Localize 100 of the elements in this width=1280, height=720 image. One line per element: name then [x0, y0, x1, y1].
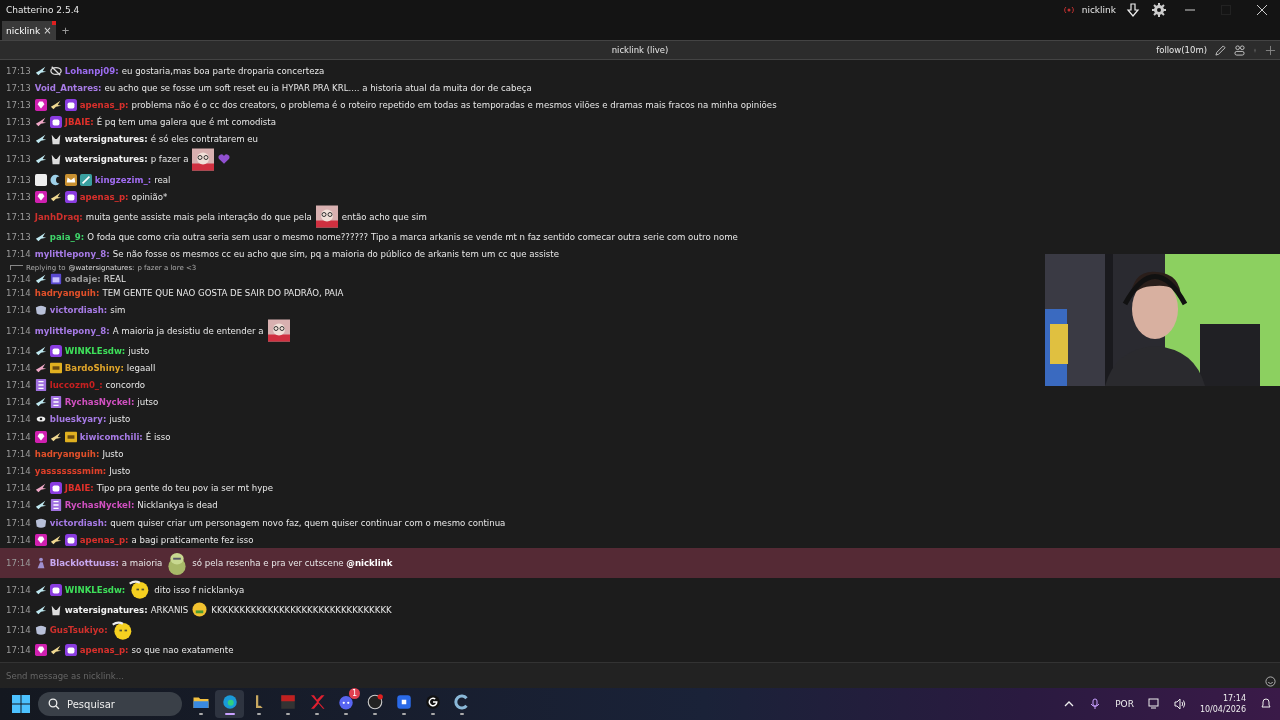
wing-icon: [34, 153, 47, 166]
frog-emote-icon: [166, 551, 189, 575]
wing-icon: [34, 583, 47, 596]
username[interactable]: JBAIE:: [64, 117, 94, 128]
crescent-icon: [49, 173, 62, 186]
username[interactable]: apenas_p:: [79, 645, 129, 656]
message-text: problema não é o cc dos creators, o problema é o roteiro repetido em todas as temporadas e mesmos vilões e dramas mais fracos na minha opiniões: [131, 99, 777, 110]
timestamp: 17:14: [6, 273, 31, 284]
obs-icon[interactable]: [365, 693, 384, 711]
message-text: Tipo pra gente do teu pov ia ser mt hype: [96, 483, 274, 494]
message-text: ARKANIS: [150, 604, 189, 615]
voicemeeter-icon[interactable]: [278, 693, 297, 711]
username[interactable]: apenas_p:: [79, 191, 129, 202]
username[interactable]: GusTsukiyo:: [49, 625, 108, 635]
wing-icon: [34, 133, 47, 146]
username[interactable]: RychasNyckel:: [64, 500, 135, 511]
wing-icon: [34, 603, 47, 616]
wing-icon: [34, 499, 47, 512]
channel-tab[interactable]: nicklink ×: [2, 21, 56, 40]
monitor-icon[interactable]: [1147, 698, 1160, 710]
search-field[interactable]: Pesquisar: [38, 692, 182, 716]
timestamp: 17:14: [6, 397, 31, 408]
username[interactable]: victordiash:: [49, 305, 108, 316]
timestamp: 17:13: [6, 65, 31, 76]
notification-bell-icon[interactable]: [1260, 698, 1272, 710]
username[interactable]: paia_9:: [49, 231, 85, 242]
timestamp: 17:14: [6, 584, 31, 595]
username[interactable]: luccozm0_:: [49, 380, 103, 391]
username[interactable]: mylittlepony_8:: [34, 325, 110, 336]
username[interactable]: WINKLEsdw:: [64, 584, 126, 595]
add-tab-button[interactable]: +: [55, 21, 76, 40]
message-text: justo: [128, 345, 150, 356]
message-text: Justo: [102, 448, 124, 459]
timestamp: 17:13: [6, 99, 31, 110]
username[interactable]: mylittlepony_8:: [34, 249, 110, 260]
message-text: REAL: [103, 273, 126, 284]
username[interactable]: apenas_p:: [79, 99, 129, 110]
download-arrow-icon[interactable]: [1126, 3, 1140, 17]
username[interactable]: watersignatures:: [64, 154, 148, 165]
account-name[interactable]: nicklink: [1081, 5, 1116, 15]
timestamp: 17:14: [6, 325, 31, 336]
message-text: so que nao exatamente: [131, 645, 234, 656]
timestamp: 17:14: [6, 380, 31, 391]
roblox-icon[interactable]: [394, 693, 413, 711]
username[interactable]: apenas_p:: [79, 534, 129, 545]
box-badge-icon: [64, 430, 77, 443]
username[interactable]: Blacklottuuss:: [49, 558, 119, 569]
follow-mode-label[interactable]: follow(10m): [1156, 45, 1207, 55]
microphone-icon[interactable]: [1089, 698, 1102, 710]
smiley-icon: [128, 578, 151, 602]
timestamp: 17:14: [6, 362, 31, 373]
message-text: TEM GENTE QUE NAO GOSTA DE SAIR DO PADRÃO, PAIA: [102, 288, 344, 299]
timestamp: 17:14: [6, 414, 31, 425]
close-icon[interactable]: [1257, 5, 1267, 15]
mask-icon: [34, 516, 47, 529]
language-indicator[interactable]: POR: [1115, 699, 1134, 709]
username[interactable]: victordiash:: [49, 517, 108, 528]
wing-icon: [34, 344, 47, 357]
username[interactable]: watersignatures:: [64, 604, 148, 615]
username[interactable]: Lohanpj09:: [64, 65, 119, 76]
logitech-icon[interactable]: [423, 693, 442, 711]
wing-icon: [49, 430, 62, 443]
pencil-icon[interactable]: [1215, 44, 1226, 56]
username[interactable]: yasssssssmim:: [34, 465, 107, 476]
timestamp: 17:14: [6, 249, 31, 260]
message-text: legaall: [126, 362, 156, 373]
settings-icon[interactable]: [1152, 3, 1166, 17]
username[interactable]: BardoShiny:: [64, 362, 124, 373]
username[interactable]: JBAIE:: [64, 483, 94, 494]
username[interactable]: kingzezim_:: [94, 174, 152, 185]
username[interactable]: oadaje:: [64, 273, 101, 284]
username[interactable]: watersignatures:: [64, 134, 148, 145]
timestamp: 17:14: [6, 625, 31, 635]
glyph-badge-icon: [49, 396, 62, 409]
timestamp: 17:13: [6, 174, 31, 185]
notification-count: 1: [349, 688, 360, 699]
start-icon[interactable]: [12, 695, 30, 713]
username[interactable]: RychasNyckel:: [64, 397, 135, 408]
username[interactable]: WINKLEsdw:: [64, 345, 126, 356]
username[interactable]: blueskyary:: [49, 414, 107, 425]
timestamp: 17:14: [6, 483, 31, 494]
window-title: Chatterino 2.5.4: [6, 5, 80, 15]
box-badge-icon: [49, 361, 62, 374]
edge-icon[interactable]: [220, 693, 239, 711]
users-icon[interactable]: [1234, 44, 1245, 56]
add-split-icon[interactable]: [1265, 44, 1276, 56]
emoji-icon[interactable]: [1265, 675, 1276, 687]
username[interactable]: kiwicomchili:: [79, 431, 143, 442]
username[interactable]: hadryanguih:: [34, 448, 100, 459]
username[interactable]: JanhDraq:: [34, 211, 83, 222]
timestamp: 17:14: [6, 448, 31, 459]
username[interactable]: Void_Antares:: [34, 82, 102, 93]
discord-icon[interactable]: [336, 693, 355, 711]
timestamp: 17:13: [6, 134, 31, 145]
timestamp: 17:14: [6, 305, 31, 316]
volume-icon[interactable]: [1173, 698, 1186, 710]
sub-badge-icon: [64, 533, 77, 546]
calendar-icon: [49, 272, 62, 285]
username[interactable]: hadryanguih:: [34, 288, 100, 299]
horns-icon: [49, 133, 62, 146]
